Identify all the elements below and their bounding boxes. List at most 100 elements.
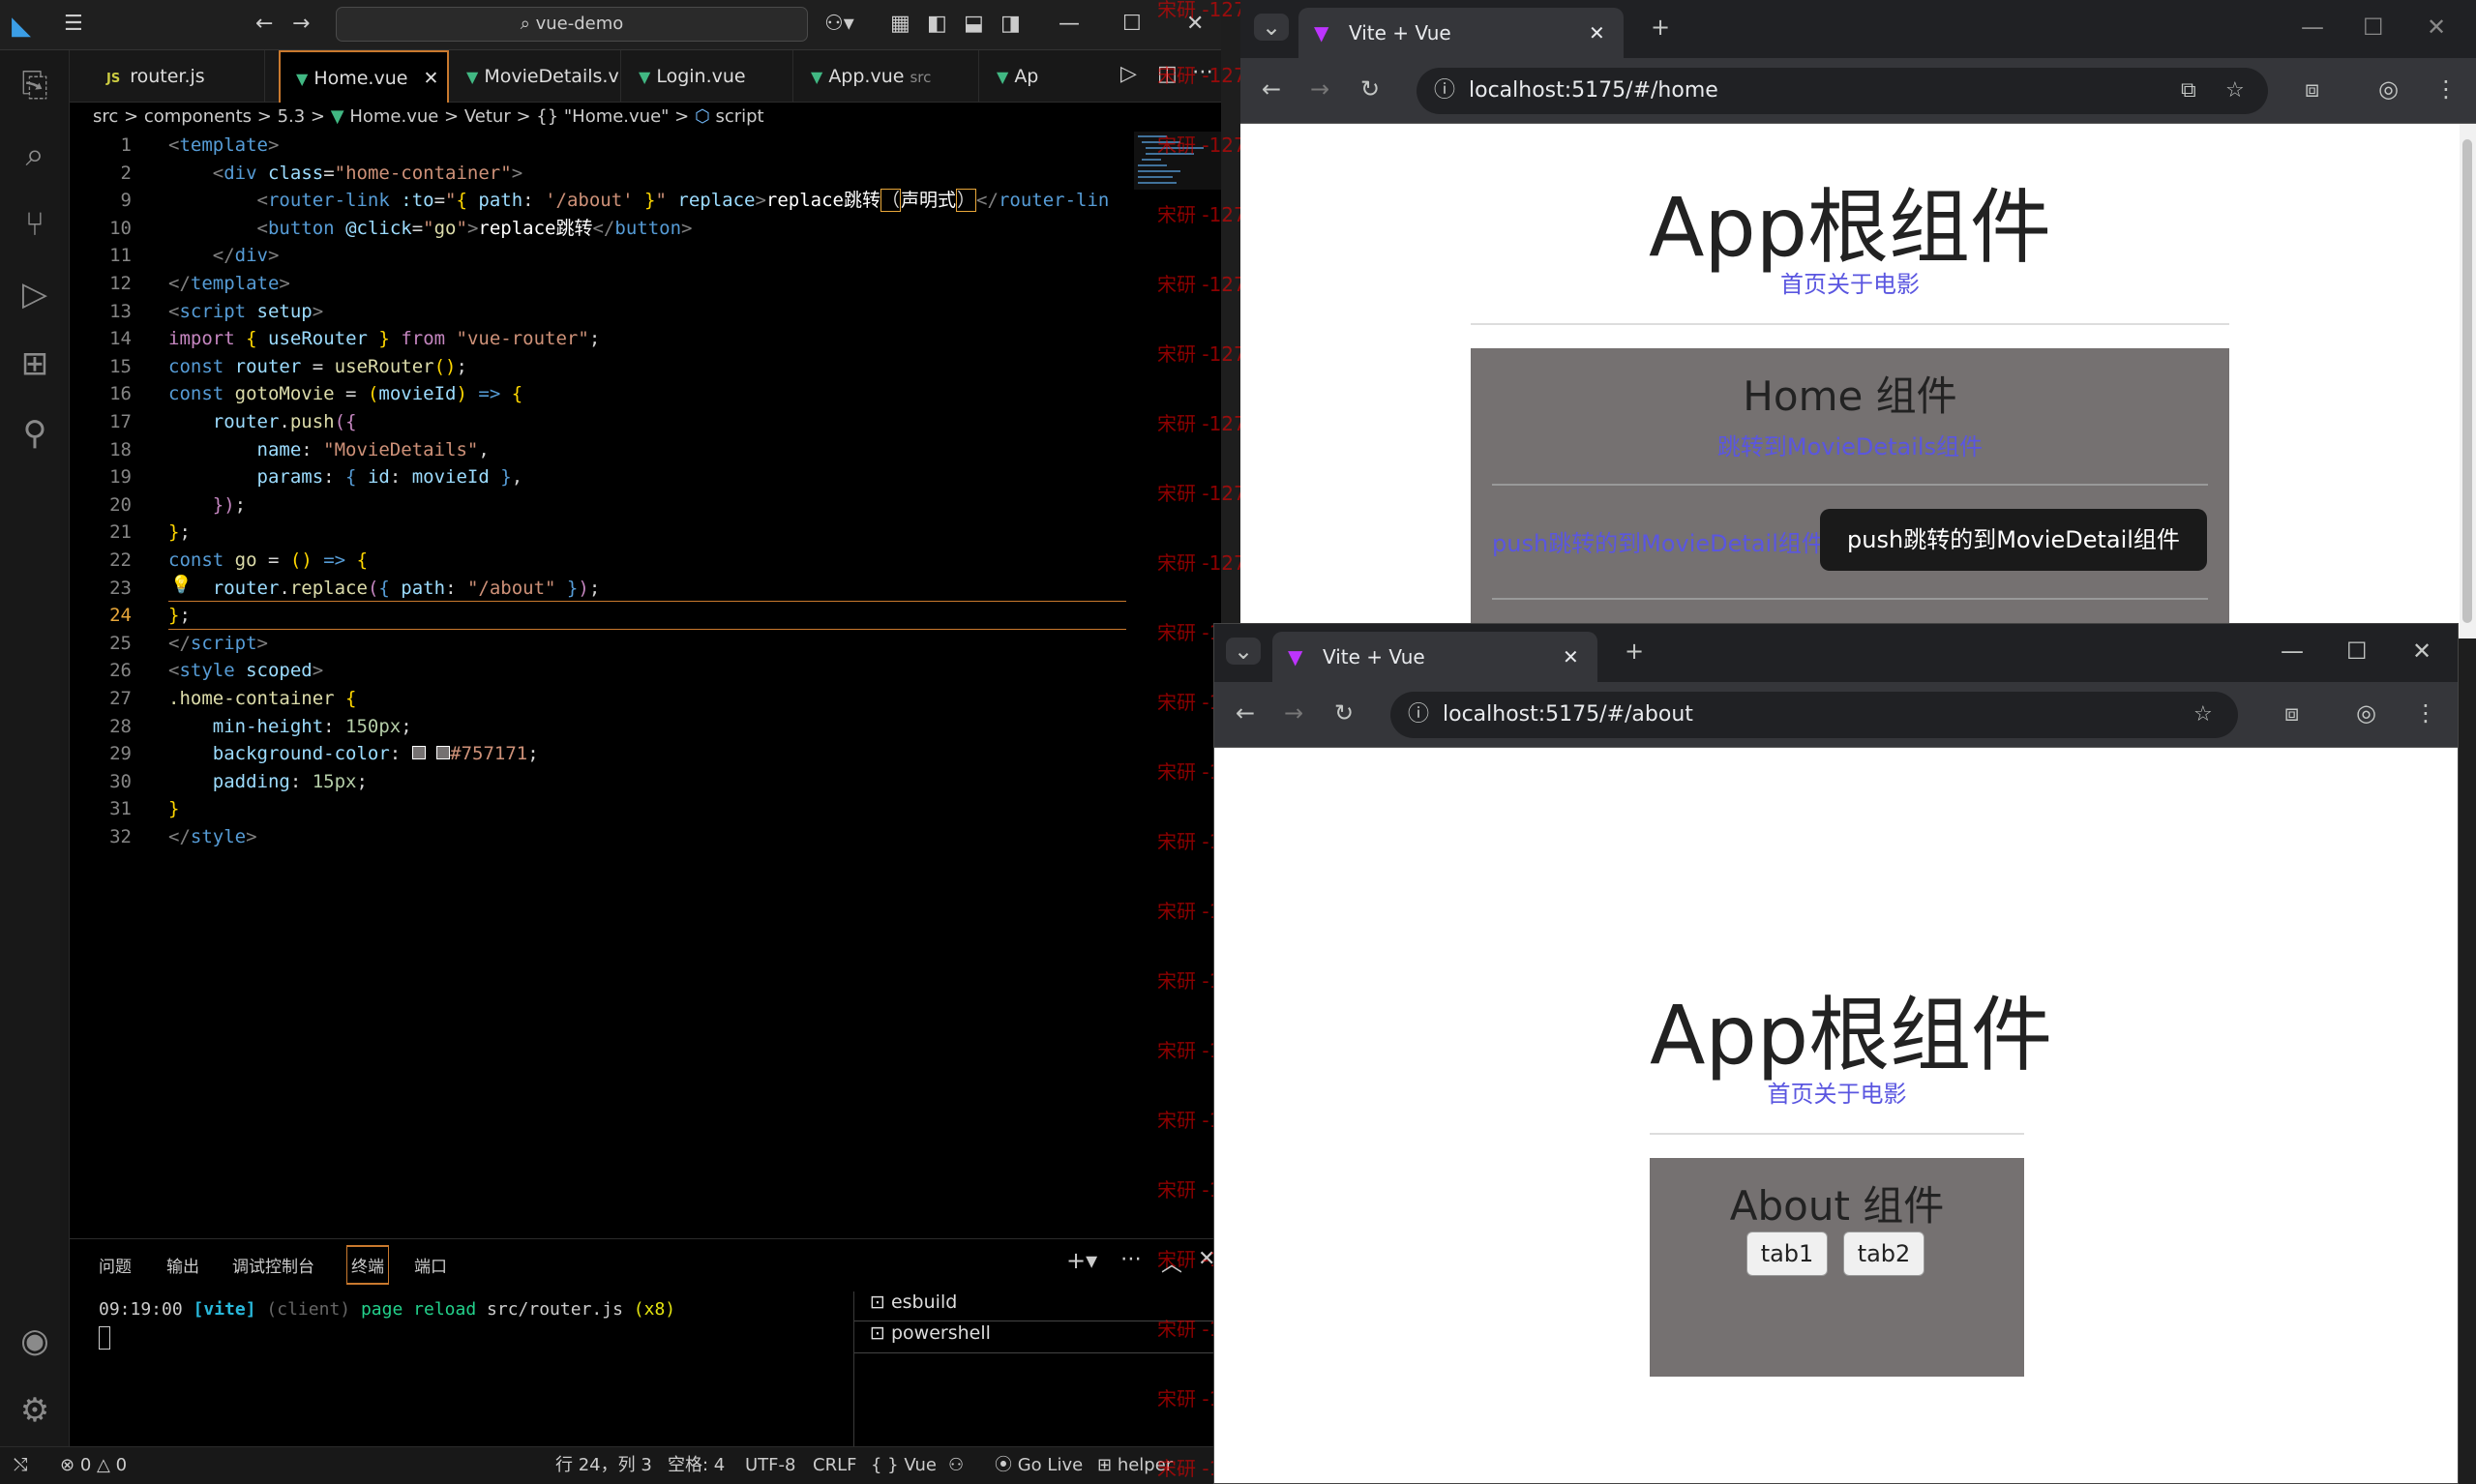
crumb-vetur[interactable]: Vetur [464,106,511,127]
site-info-icon[interactable]: ⓘ [1434,68,1455,114]
address-bar[interactable]: ⓘ localhost:5175/#/about ☆ [1390,692,2238,738]
bookmark-star-icon[interactable]: ☆ [2193,692,2213,738]
maximize-icon[interactable]: ☐ [1122,12,1142,36]
address-bar[interactable]: ⓘ localhost:5175/#/home ⧉ ☆ [1417,68,2268,114]
browser-menu-icon[interactable]: ⋮ [2434,75,2458,103]
tab-search-icon[interactable]: ⌄ [1226,638,1262,665]
copilot-status-icon[interactable]: ⚇ [948,1447,964,1484]
tab-ports[interactable]: 端口 [414,1253,447,1277]
forward-icon[interactable]: → [1310,75,1329,103]
translate-icon[interactable]: ⧉ [2181,68,2196,114]
tab-router-js[interactable]: JS router.js [91,50,265,103]
go-live[interactable]: ⦿ Go Live [995,1447,1083,1484]
terminal-item-esbuild[interactable]: ⊡ esbuild [870,1291,957,1313]
encoding[interactable]: UTF-8 [745,1447,795,1484]
back-arrow-icon[interactable]: ← [255,12,273,36]
browser-menu-icon[interactable]: ⋮ [2414,699,2437,727]
forward-icon[interactable]: → [1284,699,1303,727]
crumb-home-vue-module[interactable]: {} "Home.vue" [536,106,669,127]
scrollbar-thumb[interactable] [2462,139,2472,623]
settings-gear-icon[interactable]: ⚙ [0,1376,70,1445]
nav-links[interactable]: 首页关于电影 [1471,265,2229,299]
tab-terminal[interactable]: 终端 [346,1245,389,1285]
lightbulb-icon[interactable]: 💡 [170,575,192,595]
minimize-icon[interactable]: — [1059,12,1080,36]
tab-search-icon[interactable]: ⌄ [1254,14,1290,41]
terminal-item-powershell[interactable]: ⊡ powershell [870,1322,991,1344]
tab1-button[interactable]: tab1 [1746,1232,1828,1276]
tab2-button[interactable]: tab2 [1843,1232,1924,1276]
maximize-icon[interactable]: ☐ [2363,14,2384,41]
browser-tab[interactable]: ▼ Vite + Vue ✕ [1298,8,1624,58]
crumb-script[interactable]: script [715,106,763,127]
close-tab-icon[interactable]: ✕ [423,68,438,89]
back-icon[interactable]: ← [1262,75,1281,103]
new-terminal-icon[interactable]: +▾ [1066,1247,1097,1274]
minimize-icon[interactable]: — [2301,14,2324,41]
tab-app-overflow[interactable]: ▼ Ap [981,50,1059,103]
tab-problems[interactable]: 问题 [99,1253,132,1277]
site-info-icon[interactable]: ⓘ [1408,692,1429,738]
crumb-components[interactable]: components [144,106,252,127]
search-view-icon[interactable]: ⌕ [0,120,70,190]
push-movie-button[interactable]: push跳转的到MovieDetail组件 [1820,509,2207,571]
close-tab-icon[interactable]: ✕ [1563,632,1579,682]
scrollbar[interactable] [2460,124,2476,638]
maximize-icon[interactable]: ☐ [2346,638,2368,665]
minimize-icon[interactable]: — [2281,638,2304,665]
close-icon[interactable]: ✕ [2412,638,2431,665]
split-editor-icon[interactable]: ◫ [1157,62,1178,86]
explorer-icon[interactable]: ⎘ [0,50,70,120]
tab-login-vue[interactable]: ▼ Login.vue [623,50,793,103]
copilot-icon[interactable]: ⚇▾ [824,12,854,36]
source-control-icon[interactable]: ⑂ [0,190,70,259]
remote-icon[interactable]: ⤭ [14,1447,27,1484]
new-tab-icon[interactable]: + [1651,14,1670,41]
language-mode[interactable]: { } Vue [871,1447,937,1484]
code-editor[interactable]: 1 2 9 10 11 12 13 14 15 16 17 18 19 20 21 22 23 24 25 26 27 2… [70,132,1134,1238]
crumb-src[interactable]: src [93,106,118,127]
profile-icon[interactable]: ◎ [2356,699,2376,727]
new-tab-icon[interactable]: + [1625,638,1644,665]
browser-tab[interactable]: ▼ Vite + Vue ✕ [1272,632,1597,682]
command-center[interactable]: ⌕ vue-demo [336,7,808,42]
eol[interactable]: CRLF [813,1447,856,1484]
toggle-secondary-sidebar-icon[interactable]: ◨ [1000,12,1021,36]
crumb-home-vue[interactable]: Home.vue [349,106,438,127]
profile-icon[interactable]: ◎ [2378,75,2399,103]
tab-app-vue[interactable]: ▼ App.vue src [795,50,979,103]
forward-arrow-icon[interactable]: → [292,12,310,36]
reload-icon[interactable]: ↻ [1360,75,1380,103]
problems-status[interactable]: ⊗ 0 △ 0 [60,1447,127,1484]
run-debug-icon[interactable]: ▷ [0,259,70,329]
account-icon[interactable]: ◉ [0,1306,70,1376]
panel-more-icon[interactable]: ⋯ [1120,1247,1142,1271]
push-movie-link[interactable]: push跳转的到MovieDetail组件 [1492,524,1825,558]
menu-icon[interactable]: ☰ [64,12,83,36]
close-icon[interactable]: ✕ [1186,12,1204,36]
movie-details-link[interactable]: 跳转到MovieDetails组件 [1471,428,2229,461]
close-icon[interactable]: ✕ [2427,14,2446,41]
cursor-position[interactable]: 行 24，列 3 [555,1447,652,1484]
toggle-panel-icon[interactable]: ⬓ [964,12,984,36]
terminal-output[interactable]: 09:19:00 [vite] (client) page reload src… [99,1299,675,1320]
close-tab-icon[interactable]: ✕ [1589,8,1605,58]
back-icon[interactable]: ← [1236,699,1255,727]
bookmark-star-icon[interactable]: ☆ [2225,68,2245,114]
extensions-icon[interactable]: ⊞ [0,329,70,399]
indentation[interactable]: 空格: 4 [668,1447,725,1484]
extensions-icon[interactable]: ⧈ [2284,699,2299,727]
maximize-panel-icon[interactable]: ︿ [1161,1247,1182,1278]
reload-icon[interactable]: ↻ [1334,699,1354,727]
run-icon[interactable]: ▷ [1120,62,1137,86]
tab-home-vue[interactable]: ▼ Home.vue ✕ [279,50,449,103]
toggle-sidebar-icon[interactable]: ◧ [927,12,947,36]
minimap[interactable] [1134,132,1221,325]
extensions-icon[interactable]: ⧈ [2305,75,2319,103]
tab-debug-console[interactable]: 调试控制台 [232,1253,314,1277]
crumb-5-3[interactable]: 5.3 [278,106,306,127]
layout-customize-icon[interactable]: ▦ [890,12,910,36]
nav-links[interactable]: 首页关于电影 [1650,1075,2024,1109]
kangaroo-icon[interactable]: ⚲ [0,399,70,468]
tab-moviedetails-vue[interactable]: ▼MovieDetails.vue [451,50,621,103]
